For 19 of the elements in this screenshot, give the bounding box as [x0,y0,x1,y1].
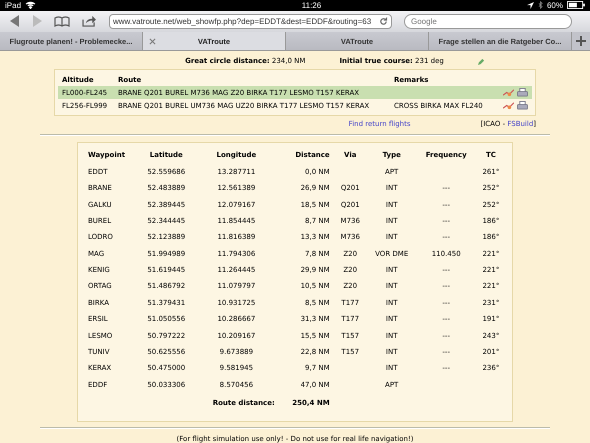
search-field[interactable]: Google [404,14,572,29]
route-map-icon[interactable] [503,101,514,110]
clock-time: 11:26 [300,0,322,10]
device-name: iPad [5,0,22,10]
route-map-icon[interactable] [503,88,514,98]
share-icon[interactable] [82,15,97,28]
new-tab-icon[interactable] [576,36,586,46]
battery-icon [567,1,585,10]
wifi-icon [25,1,36,10]
bluetooth-icon [538,1,543,10]
printer-icon[interactable] [517,101,528,110]
bookmarks-icon[interactable] [54,16,70,27]
back-icon[interactable] [10,15,20,28]
battery-percent: 60% [546,0,563,10]
pencil-icon[interactable] [478,58,485,65]
close-icon[interactable] [149,38,156,46]
printer-icon[interactable] [517,88,528,98]
address-field[interactable]: www.vatroute.net/web_showfp.php?dep=EDDT&dest=EDDF&routing=63 [109,14,392,29]
reload-icon[interactable] [379,16,388,26]
